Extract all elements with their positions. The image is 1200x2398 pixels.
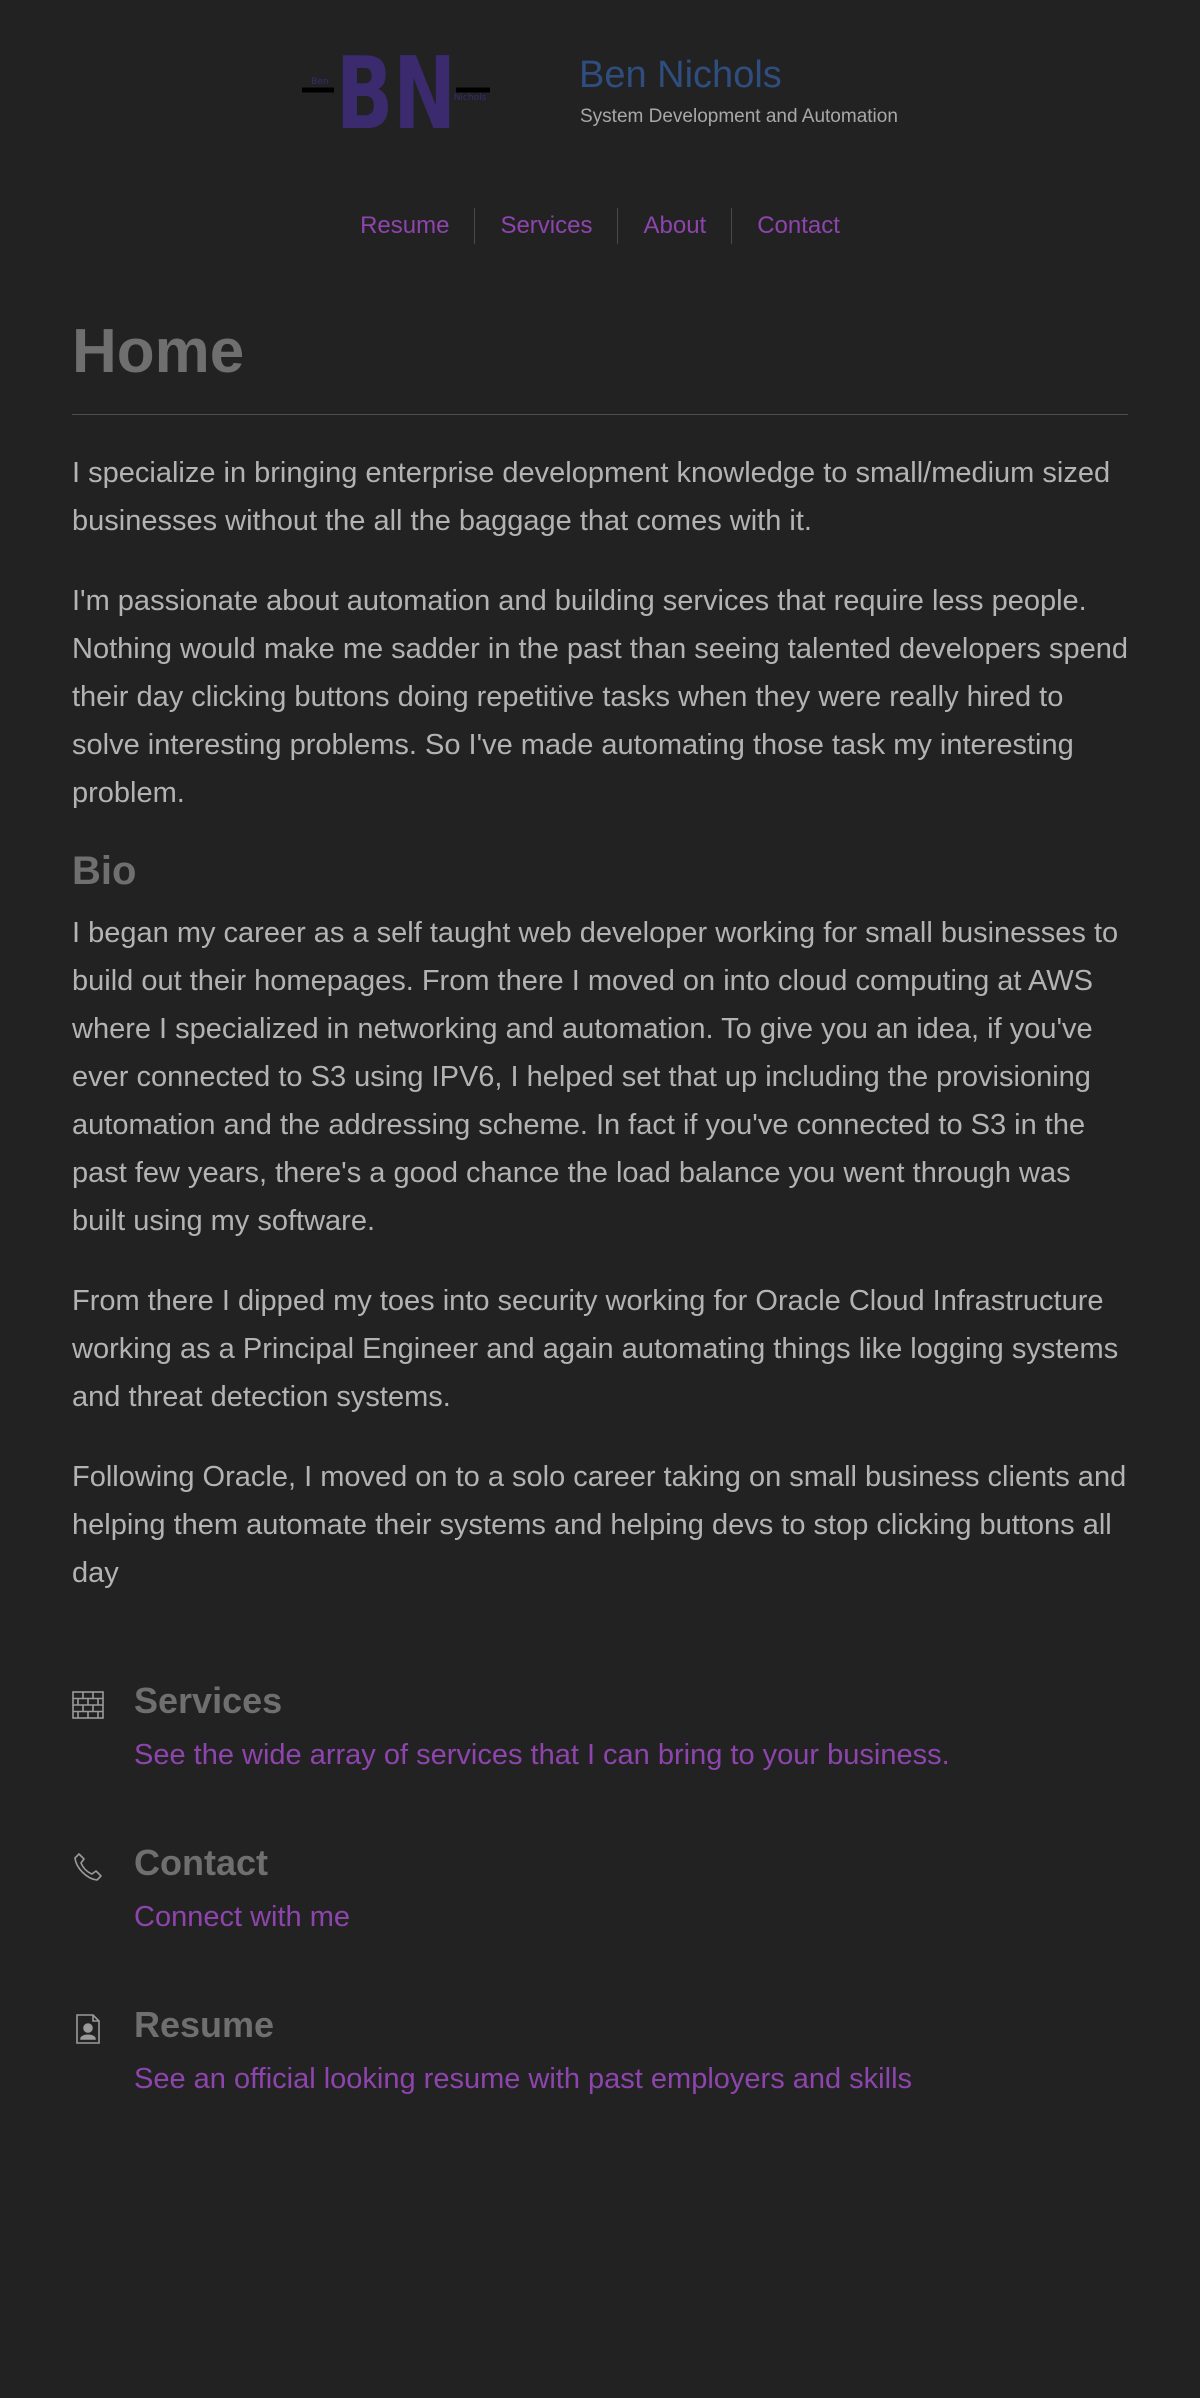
site-header: BN Ben Nichols Ben Nichols System Develo…: [0, 40, 1200, 140]
main-nav: Resume Services About Contact: [0, 208, 1200, 244]
site-title[interactable]: Ben Nichols: [579, 54, 782, 97]
feature-contact-title: Contact: [134, 1842, 268, 1883]
feature-services-title: Services: [134, 1680, 283, 1721]
logo[interactable]: BN Ben Nichols: [300, 48, 492, 132]
nav-item-services[interactable]: Services: [475, 208, 617, 244]
logo-letters: BN: [336, 48, 456, 132]
bio-heading: Bio: [72, 849, 137, 893]
brick-wall-icon: [72, 1691, 104, 1719]
feature-resume: Resume See an official looking resume wi…: [72, 2001, 1128, 2099]
feature-contact: Contact Connect with me: [72, 1839, 1128, 1937]
nav-item-resume[interactable]: Resume: [335, 208, 474, 244]
intro-paragraph: I'm passionate about automation and buil…: [72, 585, 1128, 809]
bio-paragraph: Following Oracle, I moved on to a solo c…: [72, 1461, 1127, 1589]
resume-link[interactable]: See an official looking resume with past…: [134, 2059, 1128, 2099]
site-tagline: System Development and Automation: [580, 106, 898, 127]
services-link[interactable]: See the wide array of services that I ca…: [134, 1735, 1128, 1775]
contact-link[interactable]: Connect with me: [134, 1897, 1128, 1937]
main-content: Home I specialize in bringing enterprise…: [72, 300, 1128, 2163]
nav-item-about[interactable]: About: [618, 208, 731, 244]
phone-icon: [74, 1853, 102, 1881]
nav-item-contact[interactable]: Contact: [732, 208, 865, 244]
person-document-icon: [76, 2014, 100, 2044]
page-title: Home: [72, 317, 245, 386]
feature-services: Services See the wide array of services …: [72, 1677, 1128, 1775]
logo-last-name: Nichols: [454, 93, 487, 103]
intro-paragraph: I specialize in bringing enterprise deve…: [72, 457, 1111, 537]
feature-resume-title: Resume: [134, 2004, 275, 2045]
bio-paragraph: From there I dipped my toes into securit…: [72, 1285, 1119, 1413]
bio-paragraph: I began my career as a self taught web d…: [72, 917, 1119, 1237]
logo-first-name: Ben: [311, 77, 328, 87]
title-divider: [72, 414, 1128, 415]
